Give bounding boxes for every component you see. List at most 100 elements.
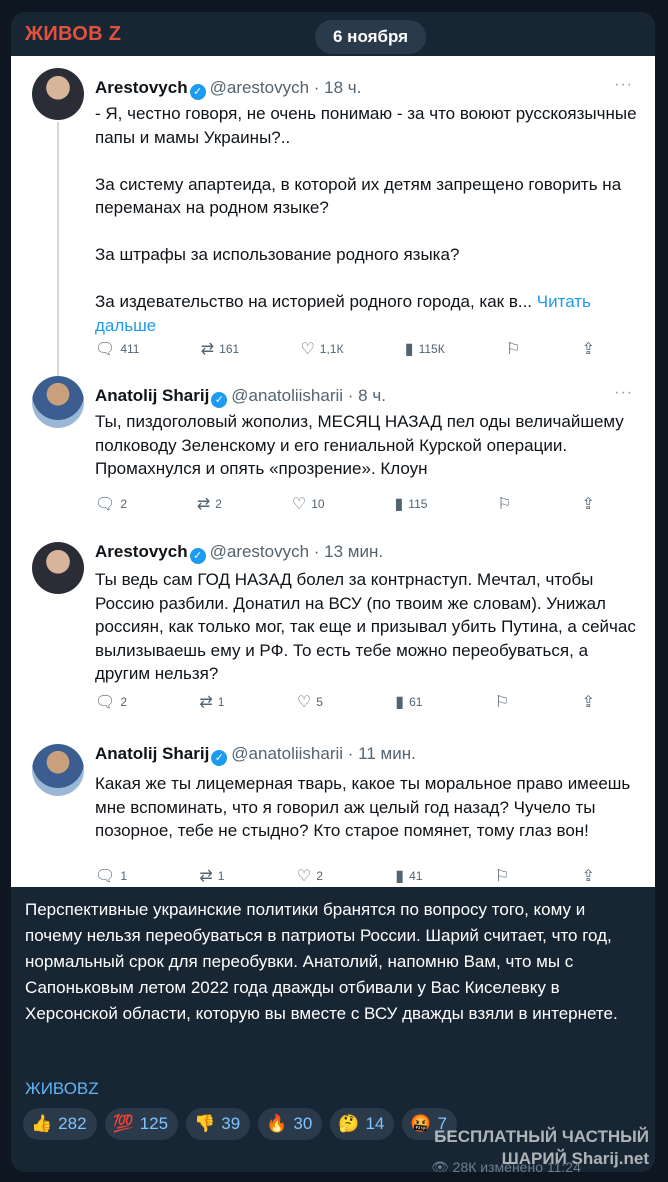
share-button[interactable]: ⇪ (582, 866, 595, 886)
reply-button[interactable]: 🗨︎ 2 (95, 692, 127, 712)
views-button[interactable]: ▮ 115 (394, 494, 427, 514)
reply-button[interactable]: 🗨︎ 2 (95, 494, 127, 514)
tweet-paragraph: За систему апартеида, в которой их детям… (95, 174, 622, 218)
eye-icon: 👁 (431, 1159, 453, 1172)
share-icon: ⇪ (581, 694, 595, 711)
tweet-actions: 🗨︎ 2 ⇄ 2 ♡ 10 ▮ 115 ⚐ ⇪ (95, 494, 595, 514)
view-count: 115К (418, 342, 445, 356)
message-caption: Перспективные украинские политики бранят… (25, 900, 618, 1023)
channel-signature-link[interactable]: ЖИВОВZ (25, 1079, 99, 1099)
share-icon: ⇪ (581, 341, 595, 358)
tweet-paragraph: - Я, честно говоря, не очень понимаю - з… (95, 104, 637, 147)
author-name[interactable]: Anatolij Sharij (95, 744, 209, 763)
author-handle: @anatoliisharii · 8 ч. (231, 386, 386, 405)
like-count: 5 (316, 695, 323, 709)
reaction-count: 125 (139, 1114, 169, 1133)
avatar[interactable] (32, 542, 84, 594)
bar-chart-icon: ▮ (404, 341, 414, 358)
bookmark-icon: ⚐ (505, 341, 521, 358)
hundred-icon: 💯 (112, 1114, 134, 1133)
tweet-paragraph: За штрафы за использование родного языка… (95, 245, 460, 264)
watermark-line: БЕСПЛАТНЫЙ ЧАСТНЫЙ (434, 1127, 649, 1146)
reaction-thumbs-down[interactable]: 👎 39 (186, 1108, 251, 1140)
tweet-text: Какая же ты лицемерная тварь, какое ты м… (95, 772, 643, 843)
bookmark-button[interactable]: ⚐ (506, 339, 520, 359)
reply-icon: 🗨︎ (95, 694, 116, 711)
thumbs-down-icon: 👎 (194, 1114, 216, 1133)
like-count: 10 (311, 497, 325, 511)
reply-count: 411 (120, 342, 140, 356)
author-handle: @anatoliisharii · 11 мин. (231, 744, 416, 763)
channel-name[interactable]: ЖИВОВ Z (25, 23, 121, 46)
like-button[interactable]: ♡ 10 (292, 494, 325, 514)
reaction-hundred[interactable]: 💯 125 (104, 1108, 179, 1140)
reply-icon: 🗨︎ (95, 496, 116, 513)
retweet-button[interactable]: ⇄ 2 (197, 494, 222, 514)
reaction-fire[interactable]: 🔥 30 (258, 1108, 323, 1140)
views-button[interactable]: ▮ 61 (395, 692, 422, 712)
share-icon: ⇪ (581, 496, 595, 513)
bar-chart-icon: ▮ (394, 496, 404, 513)
reply-button[interactable]: 🗨︎ 1 (95, 866, 127, 886)
like-button[interactable]: ♡ 1,1К (300, 339, 343, 359)
tweet-paragraph: Ты ведь сам ГОД НАЗАД болел за контрнаст… (95, 570, 636, 683)
heart-icon: ♡ (296, 694, 312, 711)
tweet-paragraph: За издевательство на историей родного го… (95, 290, 643, 337)
avatar[interactable] (32, 68, 84, 120)
bookmark-button[interactable]: ⚐ (495, 692, 509, 712)
more-icon[interactable]: ··· (614, 384, 633, 402)
retweet-icon: ⇄ (200, 341, 215, 358)
reaction-thinking[interactable]: 🤔 14 (330, 1108, 395, 1140)
tweet-screenshot[interactable]: Arestovych ✓ @arestovych · 18 ч. ··· - Я, … (11, 56, 655, 887)
reaction-count: 14 (365, 1114, 385, 1133)
share-button[interactable]: ⇪ (582, 494, 595, 514)
like-button[interactable]: ♡ 2 (297, 866, 323, 886)
like-button[interactable]: ♡ 5 (297, 692, 323, 712)
retweet-icon: ⇄ (199, 694, 213, 711)
bar-chart-icon: ▮ (395, 694, 405, 711)
views-button[interactable]: ▮ 115К (405, 339, 445, 359)
avatar[interactable] (32, 744, 84, 796)
retweet-icon: ⇄ (196, 496, 211, 513)
bookmark-button[interactable]: ⚐ (495, 866, 509, 886)
tweet-text: - Я, честно говоря, не очень понимаю - з… (95, 102, 643, 337)
reaction-count: 30 (293, 1114, 313, 1133)
tweet-actions: 🗨︎ 2 ⇄ 1 ♡ 5 ▮ 61 ⚐ ⇪ (95, 692, 595, 712)
retweet-button[interactable]: ⇄ 1 (199, 866, 224, 886)
retweet-icon: ⇄ (199, 868, 213, 885)
retweet-button[interactable]: ⇄ 161 (201, 339, 239, 359)
retweet-count: 1 (217, 869, 225, 883)
bookmark-icon: ⚐ (494, 694, 510, 711)
bookmark-icon: ⚐ (494, 868, 510, 885)
retweet-count: 161 (219, 342, 240, 356)
author-handle: @arestovych · 18 ч. (209, 78, 362, 97)
reply-button[interactable]: 🗨︎ 411 (95, 339, 139, 359)
date-chip: 6 ноября (315, 20, 427, 54)
view-count: 41 (409, 869, 423, 883)
reaction-thumbs-up[interactable]: 👍 282 (23, 1108, 97, 1140)
avatar[interactable] (32, 376, 84, 428)
author-name[interactable]: Arestovych (95, 78, 188, 97)
like-count: 1,1К (319, 342, 344, 356)
author-handle: @arestovych · 13 мин. (209, 542, 384, 561)
tweet-paragraph: Ты, пиздоголовый жополиз, МЕСЯЦ НАЗАД пе… (95, 412, 624, 478)
view-count: 115 (408, 497, 428, 511)
tweet-paragraph: Какая же ты лицемерная тварь, какое ты м… (95, 774, 631, 840)
thumbs-up-icon: 👍 (31, 1114, 53, 1133)
tweet-header: Arestovych ✓ @arestovych · 13 мин. (95, 542, 383, 564)
views-button[interactable]: ▮ 41 (395, 866, 422, 886)
author-name[interactable]: Anatolij Sharij (95, 386, 209, 405)
retweet-button[interactable]: ⇄ 1 (199, 692, 224, 712)
reply-count: 1 (120, 869, 127, 883)
heart-icon: ♡ (291, 496, 307, 513)
message-bubble: ЖИВОВ Z 6 ноября Arestovych ✓ @arestovych … (11, 12, 655, 1172)
verified-icon: ✓ (211, 750, 228, 766)
heart-icon: ♡ (296, 868, 312, 885)
message-meta: 👁 28К изменено 11:24 (431, 1159, 581, 1172)
verified-icon: ✓ (211, 392, 228, 408)
share-button[interactable]: ⇪ (582, 692, 595, 712)
author-name[interactable]: Arestovych (95, 542, 188, 561)
share-button[interactable]: ⇪ (582, 339, 595, 359)
more-icon[interactable]: ··· (614, 76, 633, 94)
bookmark-button[interactable]: ⚐ (497, 494, 511, 514)
